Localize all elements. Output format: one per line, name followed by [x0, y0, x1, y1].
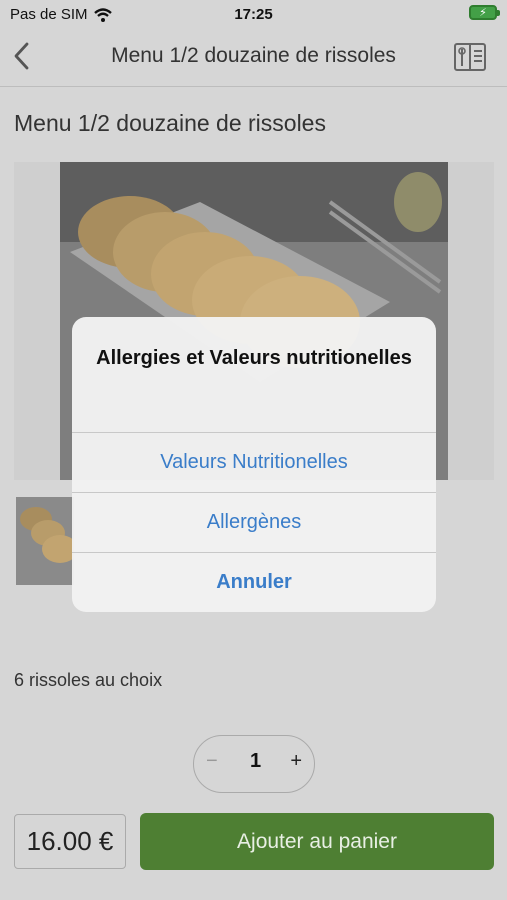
- nav-title: Menu 1/2 douzaine de rissoles: [111, 44, 396, 67]
- cancel-button[interactable]: Annuler: [72, 552, 436, 612]
- alert-title: Allergies et Valeurs nutritionelles: [96, 347, 412, 369]
- add-to-cart-button[interactable]: Ajouter au panier: [140, 813, 494, 870]
- navigation-bar: Menu 1/2 douzaine de rissoles: [0, 30, 507, 87]
- clock: 17:25: [234, 6, 273, 23]
- allergy-alert-dialog: Allergies et Valeurs nutritionelles Vale…: [72, 317, 436, 612]
- increment-button[interactable]: +: [290, 750, 302, 773]
- back-chevron-icon[interactable]: [10, 40, 34, 72]
- product-description: 6 rissoles au choix: [14, 670, 163, 690]
- product-title: Menu 1/2 douzaine de rissoles: [14, 110, 326, 136]
- battery-icon: ⚡: [469, 5, 500, 20]
- price-label: 16.00 €: [14, 814, 126, 869]
- nutrition-values-button[interactable]: Valeurs Nutritionelles: [72, 432, 436, 492]
- product-thumbnail[interactable]: [16, 497, 74, 585]
- status-bar: Pas de SIM 17:25 ⚡: [0, 0, 507, 30]
- allergens-button[interactable]: Allergènes: [72, 492, 436, 552]
- quantity-stepper: − 1 +: [193, 735, 315, 793]
- decrement-button[interactable]: −: [206, 750, 218, 773]
- menu-book-icon[interactable]: [453, 42, 487, 72]
- quantity-value: 1: [250, 750, 262, 772]
